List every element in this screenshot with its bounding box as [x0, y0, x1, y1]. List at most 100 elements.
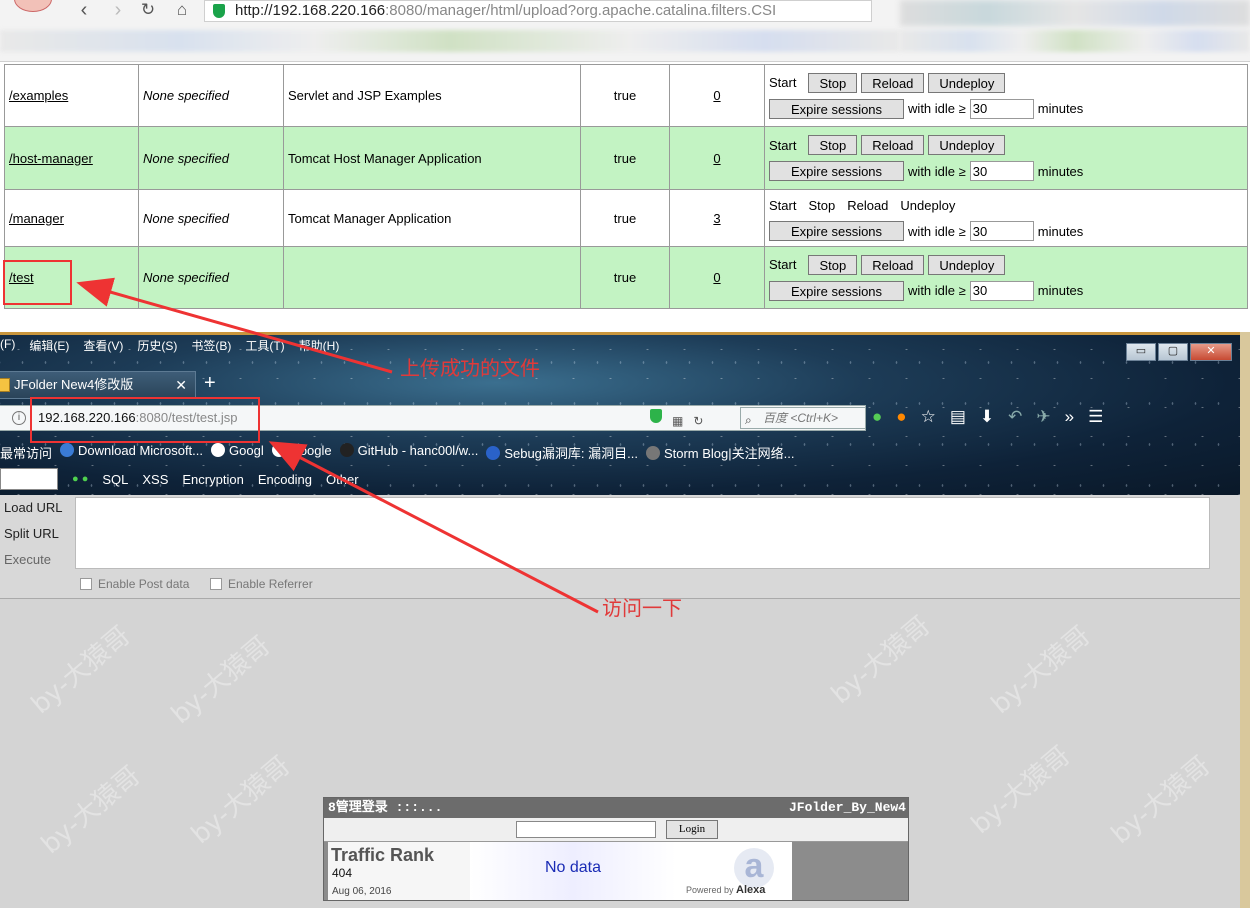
address-bar-actions: ▦ ↻	[650, 409, 703, 433]
close-window-button[interactable]: ✕	[1190, 343, 1232, 361]
login-button[interactable]: Login	[666, 820, 718, 839]
alexa-label: Alexa	[736, 884, 766, 896]
undo-icon[interactable]: ↶	[1008, 407, 1022, 427]
lifecycle-commands: Start Stop Reload Undeploy	[769, 192, 1243, 218]
menu-item[interactable]: 编辑(E)	[29, 337, 69, 357]
search-box[interactable]: ⌕ 百度 <Ctrl+K>	[740, 407, 866, 429]
back-icon[interactable]: ‹	[72, 0, 96, 22]
plugin-icon[interactable]: ✈	[1036, 407, 1050, 427]
minimize-button[interactable]: ▭	[1126, 343, 1156, 361]
app-sessions-link[interactable]: 0	[669, 64, 765, 127]
menu-item[interactable]: 查看(V)	[83, 337, 123, 357]
extension-orange-icon[interactable]: ●	[896, 407, 906, 427]
idle-minutes-input[interactable]	[969, 161, 1034, 181]
shield-icon[interactable]	[650, 409, 662, 423]
hackbar-menu-item[interactable]: Encoding	[258, 472, 312, 487]
hackbar-menu-item[interactable]: XSS	[142, 472, 168, 487]
app-version-cell: None specified	[138, 126, 284, 190]
expire-sessions-form: Expire sessions with idle ≥ minutes	[769, 218, 1243, 244]
reading-list-icon[interactable]: ▤	[950, 407, 966, 427]
hamburger-menu-icon[interactable]: ☰	[1088, 407, 1103, 427]
app-sessions-link[interactable]: 0	[669, 246, 765, 309]
hackbar-menu-item[interactable]: SQL	[102, 472, 128, 487]
alexa-branding: a Powered by Alexa	[676, 842, 792, 900]
expire-sessions-button[interactable]: Expire sessions	[769, 161, 905, 181]
hackbar-menu-item[interactable]: Encryption	[182, 472, 243, 487]
undeploy-button[interactable]: Undeploy	[928, 254, 1006, 275]
enable-referrer-checkbox[interactable]: Enable Referrer	[210, 577, 313, 591]
bookmark-label: Googl	[229, 443, 264, 458]
password-input[interactable]	[516, 821, 656, 838]
minutes-label: minutes	[1037, 163, 1084, 179]
traffic-rank-box: Traffic Rank 404 Aug 06, 2016	[328, 842, 470, 900]
load-url-button[interactable]: Load URL	[4, 500, 63, 515]
refresh-icon[interactable]: ↻	[693, 409, 703, 433]
app-version-cell: None specified	[138, 246, 284, 309]
download-icon[interactable]: ⬇	[980, 407, 994, 427]
expire-sessions-button[interactable]: Expire sessions	[769, 98, 905, 119]
idle-minutes-input[interactable]	[969, 98, 1034, 119]
app-commands-cell: Start Stop Reload Undeploy Expire sessio…	[764, 246, 1248, 309]
menu-item[interactable]: (F)	[0, 337, 15, 357]
menu-item[interactable]: 书签(B)	[191, 337, 231, 357]
with-idle-label: with idle ≥	[908, 163, 966, 179]
bookmark-item[interactable]: Sebug漏洞库: 漏洞目...	[486, 443, 638, 461]
enable-post-data-checkbox[interactable]: Enable Post data	[80, 577, 189, 591]
lifecycle-commands: Start Stop Reload Undeploy	[769, 252, 1243, 278]
app-path-link[interactable]: /examples	[9, 88, 68, 103]
reload-button[interactable]: Reload	[861, 135, 925, 155]
bookmark-item[interactable]: Storm Blog|关注网络...	[645, 443, 795, 461]
bookmark-label: Download Microsoft...	[78, 443, 204, 458]
bookmark-item[interactable]: Googl	[211, 443, 264, 461]
app-commands-cell: Start Stop Reload Undeploy Expire sessio…	[764, 126, 1248, 190]
extension-green-icon[interactable]: ●	[872, 407, 882, 427]
site-info-icon[interactable]: i	[12, 411, 26, 425]
traffic-rank-value: 404	[332, 866, 353, 880]
home-icon[interactable]: ⌂	[170, 0, 194, 22]
reload-button[interactable]: Reload	[861, 72, 925, 93]
bookmark-item[interactable]: Google	[271, 443, 332, 461]
stop-button[interactable]: Stop	[808, 135, 858, 155]
hackbar-menu-item[interactable]: Other	[326, 472, 359, 487]
alexa-widget[interactable]: Traffic Rank 404 Aug 06, 2016 No data a …	[328, 842, 792, 900]
execute-button[interactable]: Execute	[4, 552, 51, 567]
hackbar-select[interactable]	[0, 468, 58, 490]
app-sessions-link[interactable]: 3	[669, 189, 765, 247]
expire-sessions-form: Expire sessions with idle ≥ minutes	[769, 278, 1243, 304]
forward-icon[interactable]: ›	[106, 0, 130, 22]
tab-close-icon[interactable]: ✕	[175, 372, 187, 398]
overflow-chevron-icon[interactable]: »	[1065, 407, 1074, 427]
menu-item[interactable]: 工具(T)	[245, 337, 284, 357]
bookmark-item[interactable]: 最常访问	[0, 443, 52, 461]
hackbar-url-textarea[interactable]	[75, 497, 1210, 569]
qr-code-icon[interactable]: ▦	[672, 409, 683, 433]
split-url-button[interactable]: Split URL	[4, 526, 59, 541]
tab-jfolder[interactable]: JFolder New4修改版 ✕	[0, 371, 196, 399]
app-sessions-link[interactable]: 0	[669, 126, 765, 190]
bookmark-label: Storm Blog|关注网络...	[663, 446, 795, 461]
stop-button[interactable]: Stop	[808, 254, 858, 275]
idle-minutes-input[interactable]	[969, 280, 1034, 301]
browser-toolbar: ‹ › ↻ ⌂ http://192.168.220.166:8080/mana…	[0, 0, 1250, 62]
minutes-label: minutes	[1037, 223, 1084, 239]
stop-button[interactable]: Stop	[808, 72, 858, 93]
bookmark-star-icon[interactable]: ☆	[921, 407, 936, 427]
menu-item[interactable]: 帮助(H)	[299, 337, 340, 357]
reload-button[interactable]: Reload	[861, 254, 925, 275]
address-bar[interactable]: http://192.168.220.166:8080/manager/html…	[204, 0, 872, 22]
maximize-button[interactable]: ▢	[1158, 343, 1188, 361]
blurred-toolbar-icons	[900, 0, 1250, 26]
app-path-link[interactable]: /host-manager	[9, 151, 93, 166]
bookmark-item[interactable]: GitHub - hanc00l/w...	[339, 443, 478, 461]
bookmark-item[interactable]: Download Microsoft...	[60, 443, 203, 461]
new-tab-button[interactable]: +	[204, 371, 224, 397]
app-display-name-cell: Servlet and JSP Examples	[283, 64, 581, 127]
expire-sessions-button[interactable]: Expire sessions	[769, 221, 905, 241]
menu-item[interactable]: 历史(S)	[137, 337, 177, 357]
undeploy-button[interactable]: Undeploy	[928, 72, 1006, 93]
undeploy-button[interactable]: Undeploy	[928, 135, 1006, 155]
reload-icon[interactable]: ↻	[136, 0, 160, 22]
idle-minutes-input[interactable]	[969, 221, 1034, 241]
app-path-link[interactable]: /manager	[9, 211, 64, 226]
expire-sessions-button[interactable]: Expire sessions	[769, 280, 905, 301]
